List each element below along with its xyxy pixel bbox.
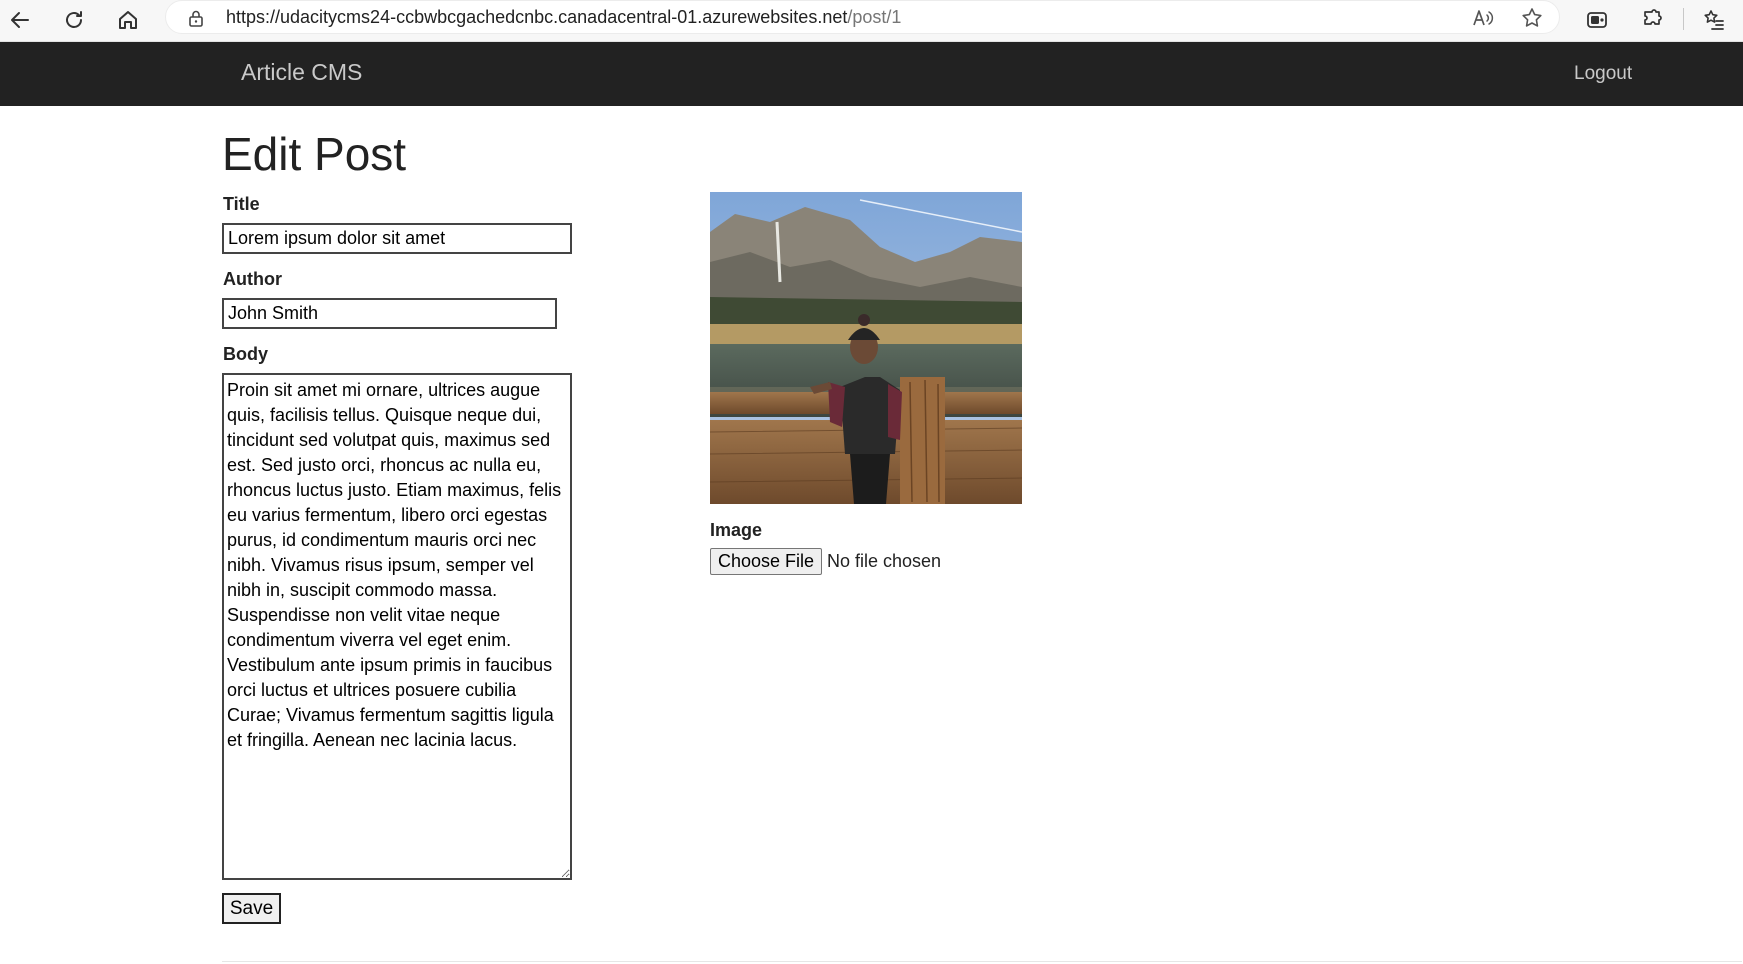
copilot-icon[interactable] (1583, 6, 1611, 34)
address-bar[interactable]: https://udacitycms24-ccbwbcgachedcnbc.ca… (165, 0, 1560, 34)
site-navbar: Article CMS Logout (0, 42, 1743, 106)
toolbar-separator (1683, 8, 1684, 30)
home-icon[interactable] (114, 6, 142, 34)
post-image (710, 192, 1022, 504)
lock-icon[interactable] (186, 8, 206, 28)
file-status: No file chosen (827, 551, 942, 571)
read-aloud-icon[interactable] (1470, 6, 1494, 30)
title-label: Title (223, 194, 260, 214)
refresh-icon[interactable] (60, 6, 88, 34)
brand-link[interactable]: Article CMS (241, 59, 362, 86)
url-text: https://udacitycms24-ccbwbcgachedcnbc.ca… (226, 7, 901, 28)
choose-file-button[interactable]: Choose File (710, 548, 822, 575)
author-label: Author (223, 269, 282, 289)
body-textarea[interactable]: Proin sit amet mi ornare, ultrices augue… (222, 373, 572, 880)
image-label: Image (710, 520, 763, 540)
browser-toolbar: https://udacitycms24-ccbwbcgachedcnbc.ca… (0, 0, 1743, 42)
url-host: https://udacitycms24-ccbwbcgachedcnbc.ca… (226, 7, 848, 27)
url-path: /post/1 (847, 7, 902, 27)
favorite-star-icon[interactable] (1520, 6, 1544, 30)
page-title: Edit Post (222, 128, 407, 180)
favorites-list-icon[interactable] (1700, 6, 1728, 34)
title-input[interactable] (222, 223, 572, 254)
author-input[interactable] (222, 298, 557, 329)
logout-link[interactable]: Logout (1574, 63, 1632, 85)
extensions-icon[interactable] (1638, 6, 1666, 34)
save-button[interactable]: Save (222, 893, 281, 924)
body-label: Body (223, 344, 268, 364)
footer-divider (222, 961, 1742, 962)
back-arrow-icon[interactable] (6, 6, 34, 34)
